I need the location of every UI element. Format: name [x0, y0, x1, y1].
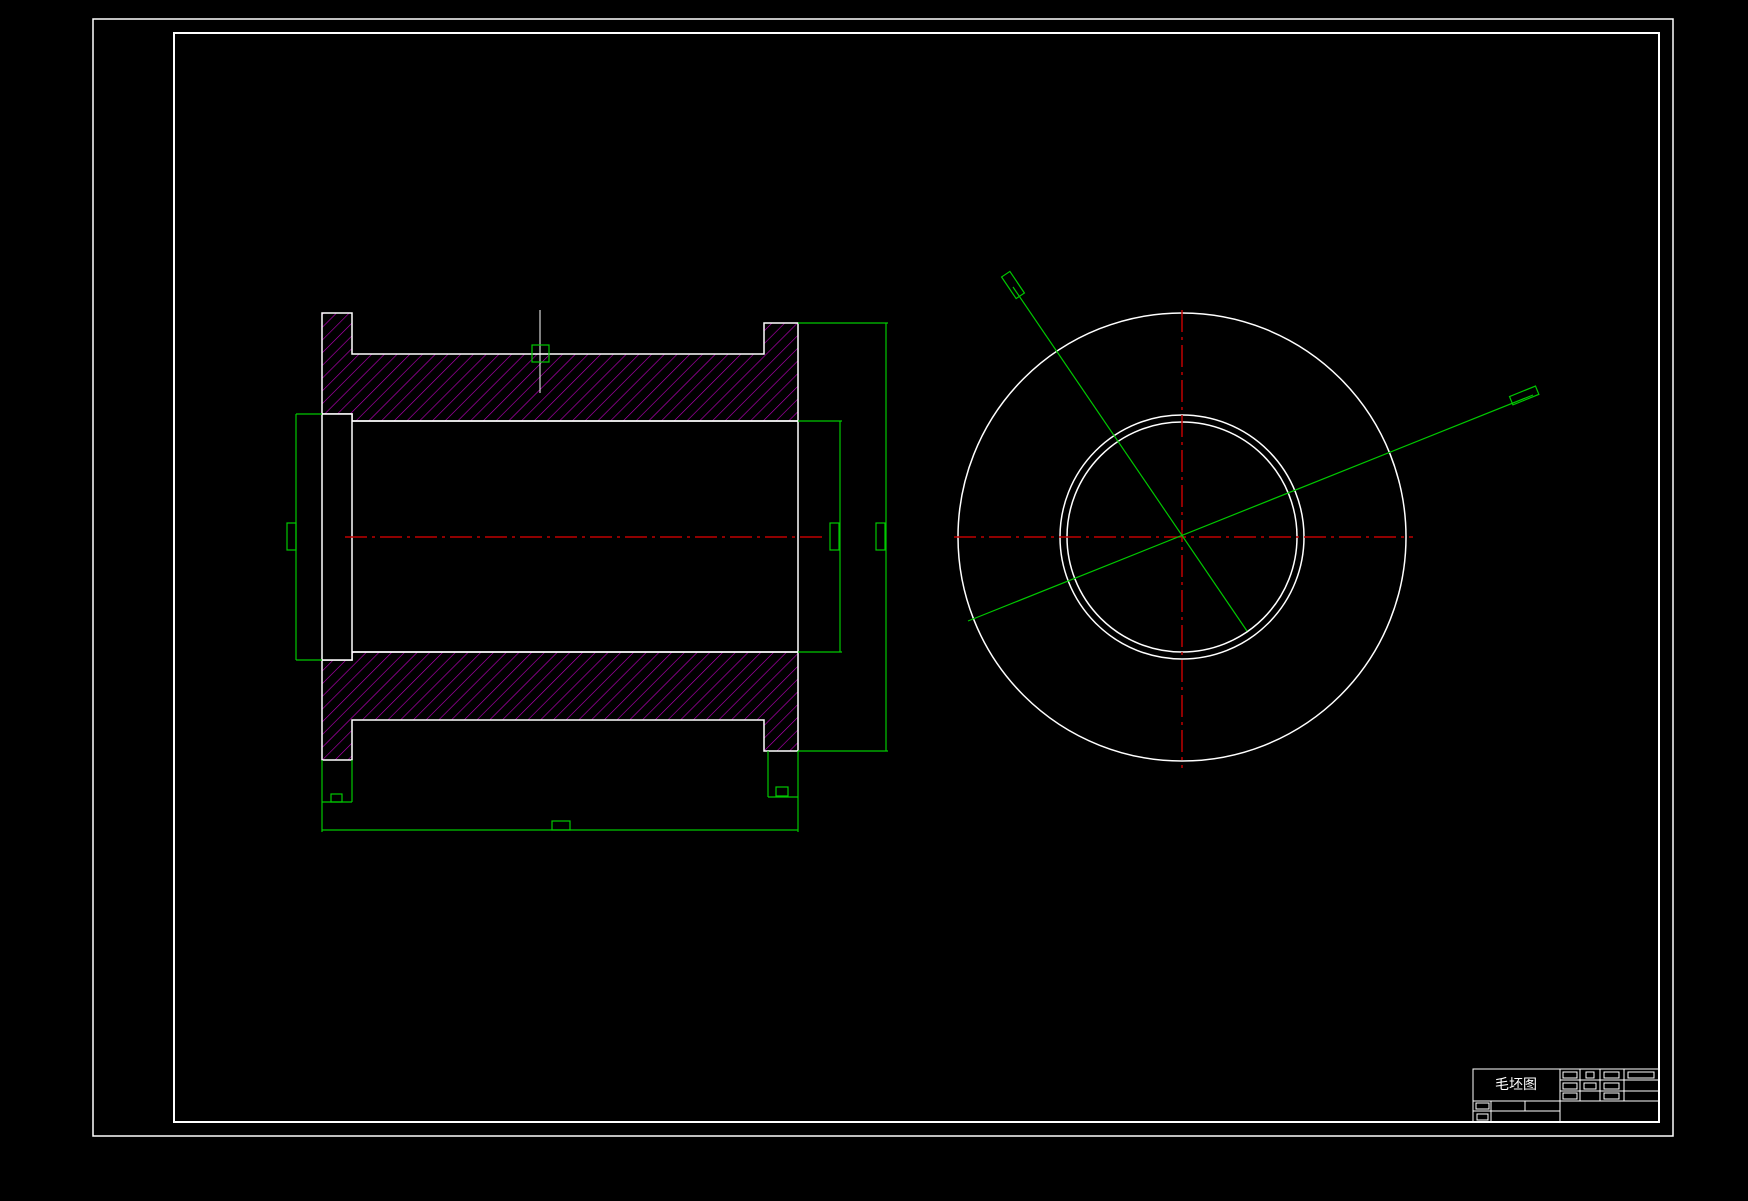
upper-wall-hatch	[321, 312, 799, 422]
inner-frame	[173, 32, 1660, 1123]
lower-wall-hatch	[321, 651, 799, 761]
section-view	[286, 310, 888, 832]
end-view	[954, 270, 1540, 768]
drawing-name: 毛坯图	[1495, 1077, 1537, 1093]
cad-drawing-canvas: 毛坯图	[92, 18, 1674, 1137]
